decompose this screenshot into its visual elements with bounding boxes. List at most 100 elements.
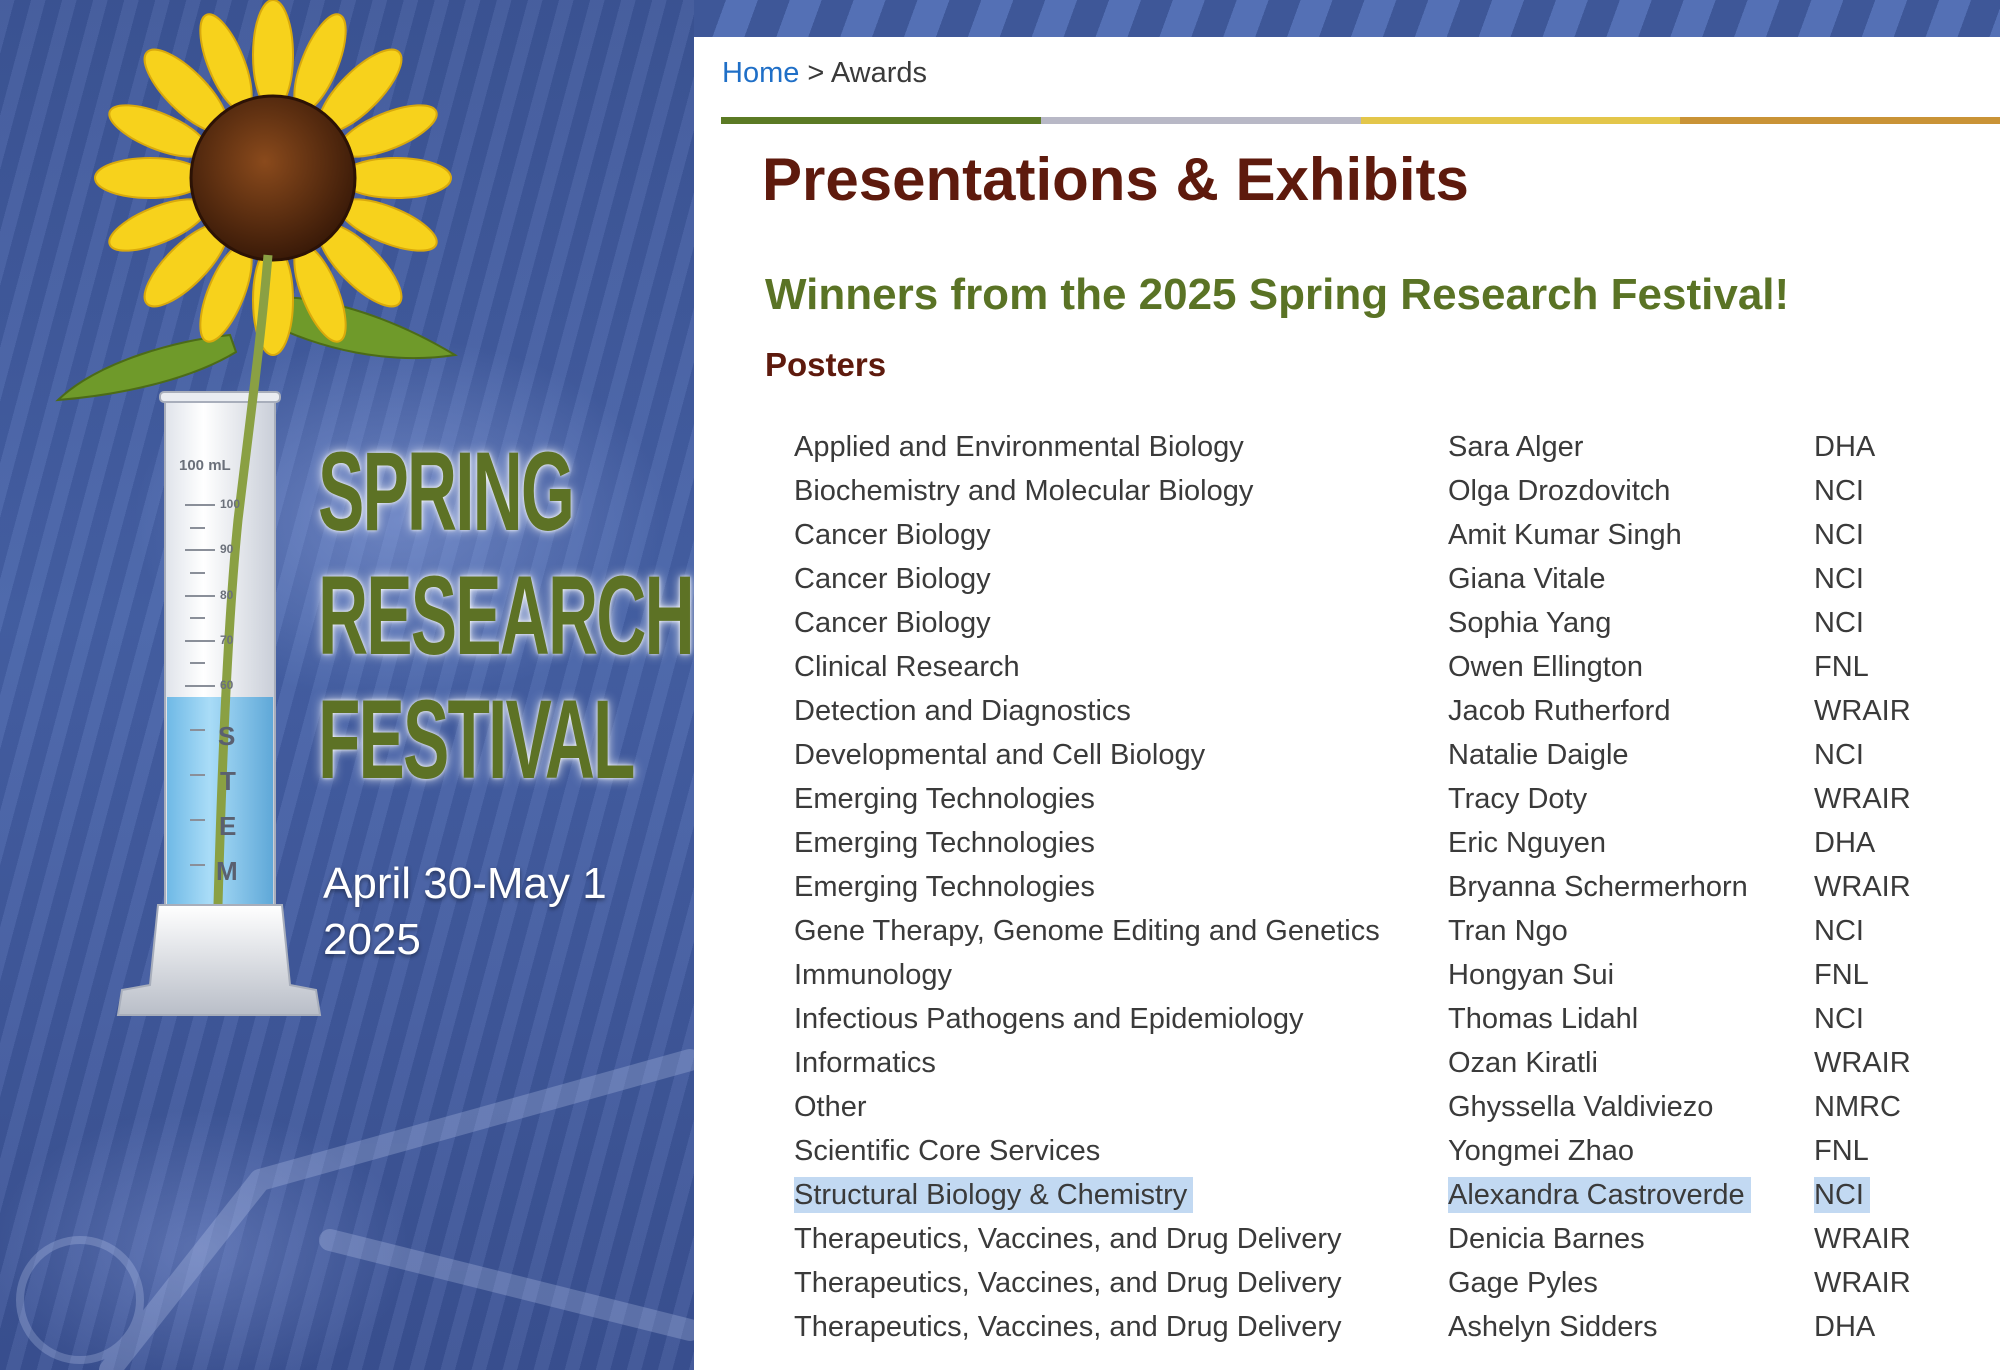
winner-institution-cell: DHA: [1814, 425, 1964, 469]
winner-name-cell: Tracy Doty: [1448, 777, 1814, 821]
winner-institution-cell: NCI: [1814, 909, 1964, 953]
winner-category-cell: Cancer Biology: [794, 557, 1448, 601]
winner-category-cell: Other: [794, 1085, 1448, 1129]
winner-category: Emerging Technologies: [794, 782, 1095, 815]
winner-institution-cell: NCI: [1814, 557, 1964, 601]
winner-name-cell: Ashelyn Sidders: [1448, 1305, 1814, 1349]
festival-banner: 100 mL 100 90 80 70 60 S T E M SPRING RE…: [0, 0, 694, 1370]
winner-name: Natalie Daigle: [1448, 738, 1629, 771]
festival-title: SPRING RESEARCH FESTIVAL: [318, 429, 694, 802]
table-row: Gene Therapy, Genome Editing and Genetic…: [794, 909, 1964, 953]
winner-category: Therapeutics, Vaccines, and Drug Deliver…: [794, 1310, 1342, 1343]
winner-category-cell: Emerging Technologies: [794, 865, 1448, 909]
table-row: Biochemistry and Molecular Biology Olga D…: [794, 469, 1964, 513]
winner-institution-cell: NCI: [1814, 733, 1964, 777]
winner-name: Ozan Kiratli: [1448, 1046, 1598, 1079]
sunflower-center: [189, 94, 357, 262]
winner-category-cell: Emerging Technologies: [794, 777, 1448, 821]
top-background-strip: [694, 0, 2000, 37]
table-row: Emerging Technologies Bryanna Schermerhor…: [794, 865, 1964, 909]
winner-category-cell: Infectious Pathogens and Epidemiology: [794, 997, 1448, 1041]
color-divider-bar: [721, 117, 2000, 124]
svg-text:E: E: [219, 811, 236, 841]
table-row: Cancer Biology Sophia Yang NCI: [794, 601, 1964, 645]
winner-category: Emerging Technologies: [794, 870, 1095, 903]
cylinder-base: [116, 904, 322, 1016]
winner-institution: NCI: [1814, 474, 1864, 507]
winner-category-cell: Structural Biology & Chemistry: [794, 1173, 1448, 1217]
color-bar-segment: [1680, 117, 2000, 124]
table-row: Cancer Biology Giana Vitale NCI: [794, 557, 1964, 601]
winner-category-cell: Biochemistry and Molecular Biology: [794, 469, 1448, 513]
winner-institution-cell: WRAIR: [1814, 865, 1964, 909]
svg-text:S: S: [218, 721, 235, 751]
winner-name-cell: Sophia Yang: [1448, 601, 1814, 645]
winner-name: Bryanna Schermerhorn: [1448, 870, 1748, 903]
winner-category: Biochemistry and Molecular Biology: [794, 474, 1254, 507]
table-row: Infectious Pathogens and Epidemiology Tho…: [794, 997, 1964, 1041]
winner-name-cell: Thomas Lidahl: [1448, 997, 1814, 1041]
winner-institution: FNL: [1814, 650, 1869, 683]
winner-category: Clinical Research: [794, 650, 1020, 683]
winner-institution: WRAIR: [1814, 870, 1911, 903]
winner-name-cell: Giana Vitale: [1448, 557, 1814, 601]
winner-institution: WRAIR: [1814, 694, 1911, 727]
winner-name-cell: Jacob Rutherford: [1448, 689, 1814, 733]
table-row: Cancer Biology Amit Kumar Singh NCI: [794, 513, 1964, 557]
svg-text:M: M: [216, 856, 238, 886]
winner-category-cell: Applied and Environmental Biology: [794, 425, 1448, 469]
table-row: Informatics Ozan Kiratli WRAIR: [794, 1041, 1964, 1085]
winner-category: Cancer Biology: [794, 518, 991, 551]
winner-name-cell: Tran Ngo: [1448, 909, 1814, 953]
winner-category: Infectious Pathogens and Epidemiology: [794, 1002, 1304, 1035]
winner-name: Owen Ellington: [1448, 650, 1644, 683]
winner-institution: NCI: [1814, 1176, 1870, 1213]
winner-category-cell: Cancer Biology: [794, 513, 1448, 557]
winner-name-cell: Sara Alger: [1448, 425, 1814, 469]
winner-category-cell: Detection and Diagnostics: [794, 689, 1448, 733]
winner-institution-cell: NCI: [1814, 513, 1964, 557]
winner-institution-cell: NMRC: [1814, 1085, 1964, 1129]
winner-name: Olga Drozdovitch: [1448, 474, 1671, 507]
winner-category: Scientific Core Services: [794, 1134, 1101, 1167]
winner-category-cell: Developmental and Cell Biology: [794, 733, 1448, 777]
winner-category: Informatics: [794, 1046, 936, 1079]
winner-name: Eric Nguyen: [1448, 826, 1606, 859]
winner-category-cell: Cancer Biology: [794, 601, 1448, 645]
winner-category: Therapeutics, Vaccines, and Drug Deliver…: [794, 1222, 1342, 1255]
winner-institution-cell: FNL: [1814, 1129, 1964, 1173]
winner-category-cell: Clinical Research: [794, 645, 1448, 689]
winner-institution: WRAIR: [1814, 1266, 1911, 1299]
winner-institution: DHA: [1814, 430, 1876, 463]
winner-institution: NCI: [1814, 1002, 1864, 1035]
winner-category: Cancer Biology: [794, 562, 991, 595]
winner-name-cell: Eric Nguyen: [1448, 821, 1814, 865]
winner-institution: NCI: [1814, 914, 1864, 947]
winner-name-cell: Ghyssella Valdiviezo: [1448, 1085, 1814, 1129]
winner-name: Amit Kumar Singh: [1448, 518, 1682, 551]
winner-category: Applied and Environmental Biology: [794, 430, 1244, 463]
color-bar-segment: [721, 117, 1041, 124]
winners-table: Applied and Environmental Biology Sara Al…: [794, 425, 1964, 1349]
left-leaf: [55, 333, 238, 402]
winner-institution-cell: NCI: [1814, 601, 1964, 645]
page-title: Presentations & Exhibits: [762, 146, 1469, 213]
winner-category-cell: Immunology: [794, 953, 1448, 997]
table-row: Applied and Environmental Biology Sara Al…: [794, 425, 1964, 469]
winner-name: Jacob Rutherford: [1448, 694, 1671, 727]
breadcrumb-home-link[interactable]: Home: [722, 57, 799, 89]
winner-institution-cell: FNL: [1814, 953, 1964, 997]
winner-category: Emerging Technologies: [794, 826, 1095, 859]
winner-category-cell: Therapeutics, Vaccines, and Drug Deliver…: [794, 1261, 1448, 1305]
table-row: Developmental and Cell Biology Natalie Da…: [794, 733, 1964, 777]
winner-institution-cell: DHA: [1814, 821, 1964, 865]
breadcrumb: Home > Awards: [722, 57, 927, 90]
winner-institution: NCI: [1814, 738, 1864, 771]
svg-text:80: 80: [220, 588, 234, 602]
winner-category: Cancer Biology: [794, 606, 991, 639]
winner-name: Ghyssella Valdiviezo: [1448, 1090, 1714, 1123]
winner-name-cell: Yongmei Zhao: [1448, 1129, 1814, 1173]
winner-category-cell: Gene Therapy, Genome Editing and Genetic…: [794, 909, 1448, 953]
winner-institution-cell: DHA: [1814, 1305, 1964, 1349]
winner-name-cell: Owen Ellington: [1448, 645, 1814, 689]
